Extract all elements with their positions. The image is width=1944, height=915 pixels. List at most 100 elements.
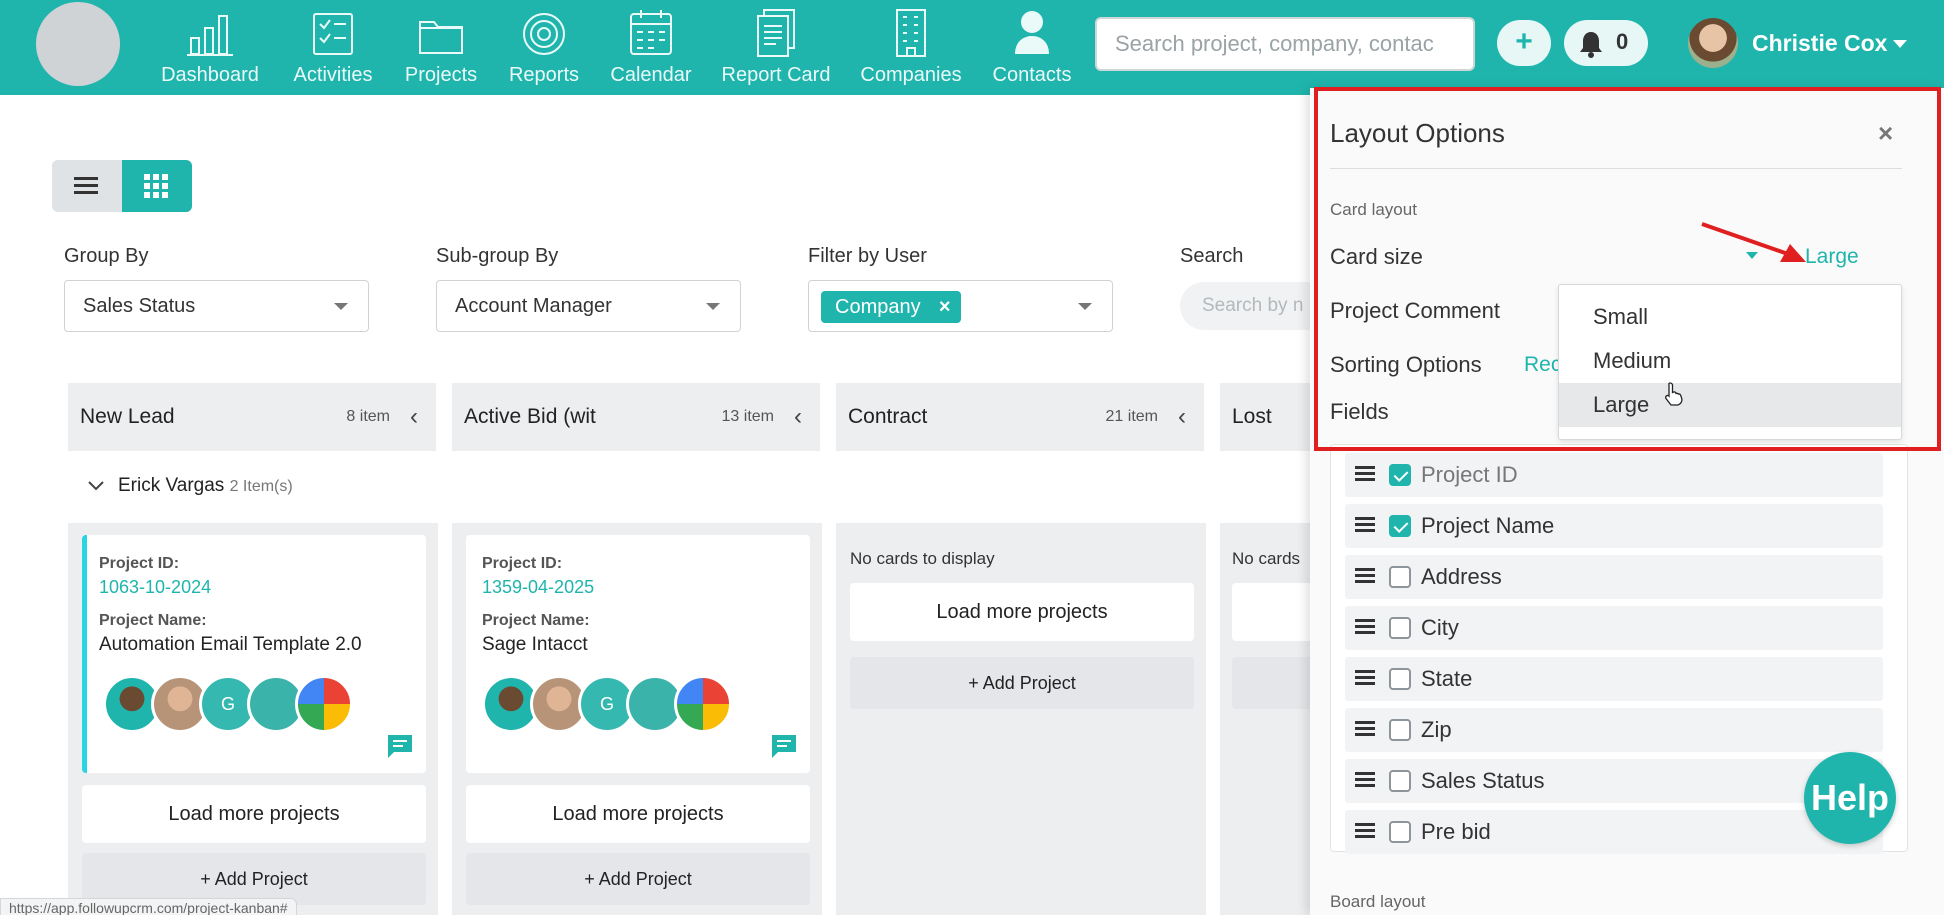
- field-row[interactable]: State: [1345, 657, 1883, 701]
- column-header: Lost: [1220, 383, 1320, 451]
- nav-activities[interactable]: Activities: [290, 8, 376, 88]
- nav-projects[interactable]: Projects: [402, 8, 480, 88]
- column-header: Active Bid (wit 13 item ‹: [452, 383, 820, 451]
- nav-contacts-label: Contacts: [992, 64, 1072, 86]
- help-button[interactable]: Help: [1804, 752, 1896, 844]
- nav-reports-label: Reports: [508, 64, 580, 86]
- collapse-column-icon[interactable]: ‹: [410, 383, 418, 451]
- drag-handle-icon[interactable]: [1355, 720, 1375, 738]
- nav-calendar[interactable]: Calendar: [608, 8, 694, 88]
- subgroup-by-select[interactable]: Account Manager: [436, 280, 741, 332]
- field-checkbox[interactable]: [1389, 719, 1411, 741]
- field-row[interactable]: Project ID: [1345, 453, 1883, 497]
- board-layout-label: Board layout: [1330, 892, 1426, 911]
- field-label: Zip: [1421, 717, 1452, 742]
- user-avatar[interactable]: [1688, 18, 1738, 68]
- load-more-button[interactable]: Load more projects: [82, 785, 426, 843]
- calendar-icon: [630, 10, 672, 55]
- nav-report-card-label: Report Card: [721, 64, 831, 86]
- project-name-label: Project Name:: [482, 612, 590, 629]
- field-checkbox[interactable]: [1389, 821, 1411, 843]
- grid-view-button[interactable]: [122, 160, 192, 212]
- group-by-value: Sales Status: [83, 295, 196, 317]
- no-cards-message: No cards: [1232, 549, 1301, 568]
- drag-handle-icon[interactable]: [1355, 567, 1375, 585]
- filter-chip-label: Company: [835, 296, 921, 318]
- building-icon: [896, 9, 926, 57]
- drag-handle-icon[interactable]: [1355, 516, 1375, 534]
- field-label: Project ID: [1421, 462, 1518, 487]
- nav-contacts[interactable]: Contacts: [990, 8, 1074, 88]
- field-row[interactable]: City: [1345, 606, 1883, 650]
- nav-companies[interactable]: Companies: [860, 8, 962, 88]
- filter-by-user-select[interactable]: Company ×: [808, 280, 1113, 332]
- top-navbar: Dashboard Activities Projects Reports Ca…: [0, 0, 1944, 95]
- bell-icon: [1580, 32, 1602, 58]
- google-icon[interactable]: [295, 675, 353, 733]
- project-card[interactable]: Project ID: 1063-10-2024 Project Name: A…: [82, 535, 426, 773]
- list-view-button[interactable]: [52, 160, 120, 212]
- field-checkbox[interactable]: [1389, 770, 1411, 792]
- board-search-input[interactable]: Search by n: [1180, 282, 1330, 330]
- remove-chip-icon[interactable]: ×: [939, 291, 951, 323]
- project-name: Sage Intacct: [482, 634, 588, 655]
- field-checkbox[interactable]: [1389, 566, 1411, 588]
- subgroup-by-value: Account Manager: [455, 295, 612, 317]
- field-row[interactable]: Sales Status: [1345, 759, 1883, 803]
- drag-handle-icon[interactable]: [1355, 465, 1375, 483]
- comment-icon[interactable]: [386, 733, 414, 759]
- field-row[interactable]: Zip: [1345, 708, 1883, 752]
- folder-icon: [419, 21, 463, 54]
- arrow-annotation-icon: [1701, 222, 1806, 262]
- user-name[interactable]: Christie Cox: [1752, 30, 1887, 57]
- caret-down-icon: [1078, 303, 1092, 310]
- project-card[interactable]: Project ID: 1359-04-2025 Project Name: S…: [466, 535, 810, 773]
- collapse-column-icon[interactable]: ‹: [794, 383, 802, 451]
- subgroup-header[interactable]: Erick Vargas 2 Item(s): [118, 475, 293, 497]
- drag-handle-icon[interactable]: [1355, 618, 1375, 636]
- field-checkbox[interactable]: [1389, 617, 1411, 639]
- chevron-down-icon[interactable]: [88, 481, 104, 491]
- global-search-input[interactable]: Search project, company, contac: [1095, 17, 1475, 71]
- comment-icon[interactable]: [770, 733, 798, 759]
- collapse-column-icon[interactable]: ‹: [1178, 383, 1186, 451]
- nav-companies-label: Companies: [860, 64, 962, 86]
- add-project-button[interactable]: + Add Project: [850, 657, 1194, 709]
- no-cards-message: No cards to display: [850, 549, 995, 568]
- field-checkbox[interactable]: [1389, 515, 1411, 537]
- notifications-button[interactable]: 0: [1564, 20, 1648, 66]
- field-label: Project Name: [1421, 513, 1555, 538]
- drag-handle-icon[interactable]: [1355, 669, 1375, 687]
- person-icon: [1015, 11, 1049, 54]
- drag-handle-icon[interactable]: [1355, 771, 1375, 789]
- group-by-select[interactable]: Sales Status: [64, 280, 369, 332]
- project-id-link[interactable]: 1063-10-2024: [99, 577, 426, 598]
- add-project-button[interactable]: + Add Project: [466, 853, 810, 905]
- load-more-button[interactable]: Load more projects: [850, 583, 1194, 641]
- list-icon: [74, 177, 98, 194]
- field-row[interactable]: Pre bid: [1345, 810, 1883, 854]
- quick-add-button[interactable]: +: [1497, 20, 1551, 66]
- chevron-down-icon[interactable]: [1893, 40, 1907, 48]
- company-logo[interactable]: [36, 2, 120, 86]
- field-checkbox[interactable]: [1389, 464, 1411, 486]
- field-row[interactable]: Address: [1345, 555, 1883, 599]
- grid-icon: [144, 174, 168, 198]
- status-url: https://app.followupcrm.com/project-kanb…: [0, 898, 297, 915]
- google-icon[interactable]: [674, 675, 732, 733]
- caret-down-icon: [706, 303, 720, 310]
- subgroup-name: Erick Vargas: [118, 475, 225, 496]
- field-checkbox[interactable]: [1389, 668, 1411, 690]
- column-title: Lost: [1232, 405, 1272, 428]
- project-id-link[interactable]: 1359-04-2025: [482, 577, 810, 598]
- column-count: 8 item: [346, 408, 390, 425]
- checklist-icon: [313, 13, 353, 55]
- nav-reports[interactable]: Reports: [505, 8, 583, 88]
- nav-dashboard[interactable]: Dashboard: [160, 8, 260, 88]
- field-label: City: [1421, 615, 1459, 640]
- field-row[interactable]: Project Name: [1345, 504, 1883, 548]
- load-more-button[interactable]: Load more projects: [466, 785, 810, 843]
- drag-handle-icon[interactable]: [1355, 822, 1375, 840]
- nav-dashboard-label: Dashboard: [161, 64, 259, 86]
- nav-report-card[interactable]: Report Card: [720, 8, 832, 88]
